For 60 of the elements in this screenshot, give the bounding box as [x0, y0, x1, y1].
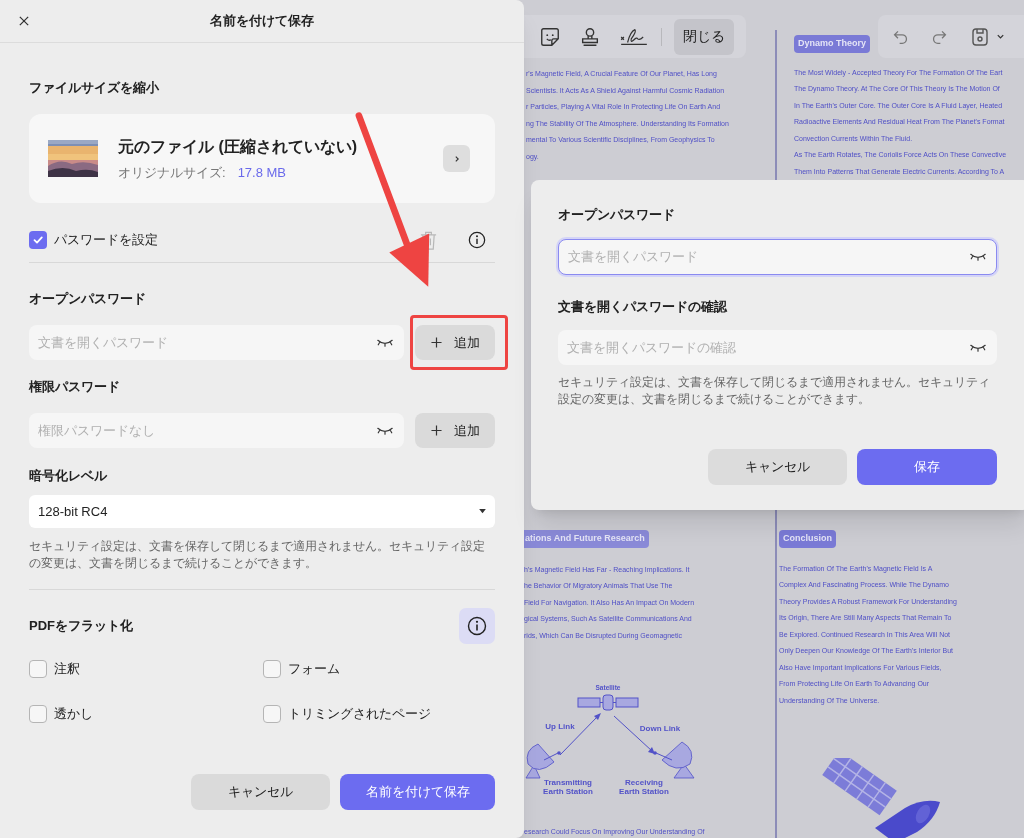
redo-icon[interactable] — [931, 28, 948, 45]
save-button[interactable]: 保存 — [857, 449, 997, 485]
checkbox-label: フォーム — [288, 660, 340, 679]
field-label: 暗号化レベル — [29, 468, 108, 484]
checkbox-label: 注釈 — [54, 660, 80, 679]
satellite-icon — [577, 694, 639, 711]
size-value: 17.8 MB — [237, 163, 287, 182]
section-heading: ファイルサイズを縮小 — [29, 80, 160, 96]
stamp-icon[interactable] — [579, 25, 601, 48]
eye-closed-icon[interactable] — [969, 252, 987, 262]
eye-closed-icon[interactable] — [969, 343, 987, 352]
section-heading: Dynamo Theory — [794, 35, 870, 53]
checkbox[interactable] — [263, 660, 281, 678]
diagram-label: Down Link — [639, 724, 681, 733]
file-title: 元のファイル (圧縮されていない) — [118, 136, 358, 158]
diagram-label: Transmitting Earth Station — [543, 778, 593, 796]
close-icon[interactable] — [19, 16, 29, 26]
file-size-card[interactable]: 元のファイル (圧縮されていない) オリジナルサイズ: 17.8 MB — [29, 114, 495, 203]
diagram-label: Receiving Earth Station — [619, 778, 669, 796]
plus-icon — [430, 337, 442, 348]
uplink-arrow — [559, 713, 601, 756]
save-icon[interactable] — [970, 26, 990, 47]
checkmark-icon — [32, 234, 44, 246]
cancel-button[interactable]: キャンセル — [708, 449, 847, 485]
plus-icon — [430, 425, 442, 436]
dropdown-icon — [479, 509, 486, 514]
sticker-icon[interactable] — [539, 25, 561, 48]
info-icon[interactable] — [468, 231, 486, 249]
section-heading: Conclusion — [779, 530, 836, 548]
satellite-dish-icon — [653, 741, 695, 779]
checkbox[interactable] — [29, 705, 47, 723]
diagram-label: Up Link — [545, 722, 575, 731]
checkbox-label: パスワードを設定 — [54, 231, 158, 250]
checkbox-label: 透かし — [54, 705, 93, 724]
eye-closed-icon[interactable] — [376, 338, 394, 347]
add-button[interactable]: 追加 — [415, 413, 495, 448]
section-heading: PDFをフラット化 — [29, 616, 133, 635]
add-button[interactable]: 追加 — [415, 325, 495, 360]
cancel-button[interactable]: キャンセル — [191, 774, 330, 810]
chevron-down-icon[interactable] — [996, 32, 1005, 41]
close-button[interactable]: 閉じる — [674, 18, 734, 55]
checkbox[interactable] — [29, 231, 47, 249]
eye-closed-icon[interactable] — [376, 426, 394, 435]
checkbox[interactable] — [263, 705, 281, 723]
field-label: 文書を開くパスワードの確認 — [558, 299, 728, 315]
field-label: オープンパスワード — [29, 291, 147, 307]
note-text: セキュリティ設定は、文書を保存して閉じるまで適用されません。セキュリティ設定の変更は、文書を閉じるまで続けることができます。 — [558, 374, 991, 408]
note-text: セキュリティ設定は、文書を保存して閉じるまで適用されません。セキュリティ設定の変更は、文書を閉じるまで続けることができます。 — [29, 538, 486, 572]
encryption-select[interactable]: 128-bit RC4 — [29, 495, 495, 528]
info-button[interactable] — [459, 607, 495, 644]
checkbox[interactable] — [29, 660, 47, 678]
field-label: オープンパスワード — [558, 207, 676, 223]
undo-icon[interactable] — [892, 28, 909, 45]
field-label: 権限パスワード — [29, 379, 121, 395]
size-label: オリジナルサイズ: — [118, 163, 226, 182]
section-heading: ations And Future Research — [524, 530, 649, 548]
checkbox-label: トリミングされたページ — [288, 705, 431, 724]
satellite-dish-icon — [525, 743, 561, 779]
dialog-title: 名前を付けて保存 — [210, 12, 314, 31]
save-as-button[interactable]: 名前を付けて保存 — [340, 774, 495, 810]
